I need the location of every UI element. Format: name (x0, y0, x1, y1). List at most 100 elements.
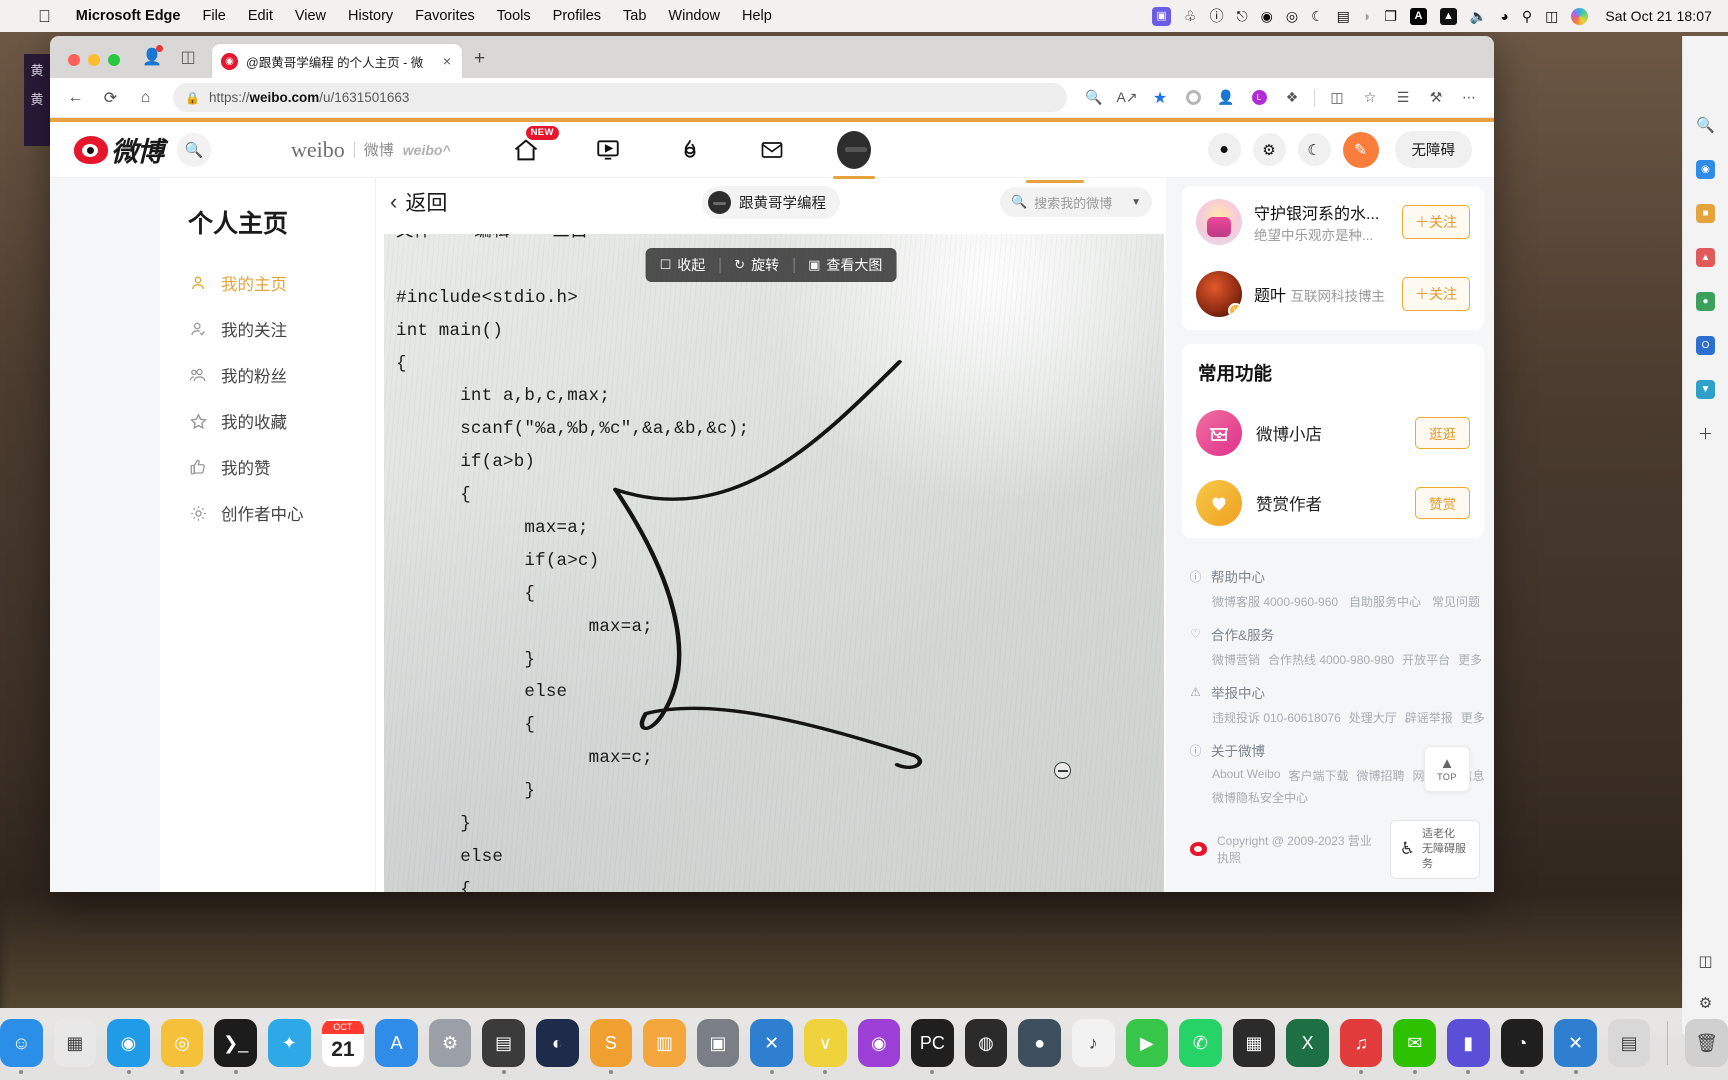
list-item[interactable]: 赞赏作者 赞赏 (1182, 468, 1484, 538)
compose-icon[interactable]: ✎ (1342, 131, 1379, 168)
input-source-icon[interactable]: A (1409, 7, 1427, 25)
extension-purple-icon[interactable]: L (1244, 83, 1274, 113)
split-screen-icon[interactable]: ◫ (1322, 83, 1352, 113)
dock-item-editor-v[interactable]: ∨ (803, 1019, 847, 1074)
sidebar-item-creator-center[interactable]: 创作者中心 (160, 490, 375, 536)
menu-item-help[interactable]: Help (731, 8, 783, 24)
reward-button[interactable]: 赞赏 (1415, 487, 1470, 519)
footer-link[interactable]: 更多 (1458, 651, 1482, 668)
read-aloud-icon[interactable]: A↗ (1112, 83, 1142, 113)
wifi-icon[interactable]: ◕ (1500, 9, 1508, 23)
footer-link[interactable]: 辟谣举报 (1405, 709, 1453, 726)
menu-item-profiles[interactable]: Profiles (542, 8, 612, 24)
dock-item-calendar[interactable]: OCT 21 (321, 1019, 365, 1067)
follow-button[interactable]: ＋关注 (1402, 205, 1470, 239)
footer-link[interactable]: 常见问题 (1432, 593, 1480, 610)
hot-icon[interactable] (673, 133, 707, 167)
profile-avatar-icon[interactable]: 👤 (139, 44, 165, 70)
face-icon[interactable]: ⚫ (1207, 133, 1241, 166)
dock-item-facetime[interactable]: ▶ (1125, 1019, 1169, 1067)
back-link[interactable]: ‹ 返回 (390, 187, 447, 217)
moon-icon[interactable]: ☾ (1297, 133, 1331, 166)
message-icon[interactable] (755, 133, 789, 167)
sidebar-item-followers[interactable]: 我的粉丝 (160, 352, 375, 398)
home-icon[interactable]: NEW (509, 125, 559, 167)
back-to-top-button[interactable]: ▲ TOP (1424, 746, 1470, 792)
dock-item-downloads-stack[interactable]: ▤ (1607, 1019, 1651, 1067)
dock-item-music[interactable]: ♪ (1071, 1019, 1115, 1067)
split-icon[interactable]: ◫ (1693, 948, 1719, 974)
back-button[interactable]: ← (60, 82, 91, 113)
menu-item-window[interactable]: Window (657, 8, 731, 24)
view-large-button[interactable]: ▣ 查看大图 (794, 255, 896, 275)
sidebar-item-following[interactable]: 我的关注 (160, 306, 375, 352)
home-button[interactable]: ⌂ (130, 82, 161, 113)
airdrop-icon[interactable]: ◗ (1363, 9, 1371, 23)
extensions-icon[interactable]: ❖ (1277, 83, 1307, 113)
battery-icon[interactable]: ▤ (1337, 9, 1350, 23)
menu-item-history[interactable]: History (337, 8, 404, 24)
accessibility-badge[interactable]: ♿ 适老化 无障碍服务 (1389, 820, 1480, 879)
dock-item-wechat[interactable]: ✉ (1393, 1019, 1437, 1074)
dock-item-obs[interactable]: ◍ (964, 1019, 1008, 1067)
menu-item-tab[interactable]: Tab (612, 8, 657, 24)
rotate-button[interactable]: ↻ 旋转 (720, 255, 793, 275)
new-tab-button[interactable]: + (462, 48, 497, 78)
bell-icon[interactable]: ♧ (1184, 9, 1197, 23)
footer-link[interactable]: 合作热线 4000-980-980 (1268, 651, 1394, 668)
minimize-window-button[interactable] (88, 54, 100, 66)
sidebar-item-my-home[interactable]: 我的主页 (160, 260, 375, 306)
zoom-icon[interactable]: 🔍 (1079, 83, 1109, 113)
menu-item-tools[interactable]: Tools (486, 8, 542, 24)
footer-link[interactable]: 违规投诉 010-60618076 (1212, 709, 1341, 726)
dock-item-launchpad[interactable]: ▦ (53, 1019, 97, 1067)
outlook-icon[interactable]: O (1693, 332, 1719, 358)
collections-icon[interactable]: ☰ (1388, 83, 1418, 113)
accessibility-button[interactable]: 无障碍 (1394, 131, 1472, 168)
dock-item-finder[interactable]: ☺ (0, 1019, 43, 1074)
search-icon[interactable]: 🔍 (1693, 112, 1719, 138)
dock-item-excel[interactable]: X (1286, 1019, 1329, 1067)
video-icon[interactable] (591, 133, 625, 167)
list-item[interactable]: V 题叶 互联网科技博主 ＋关注 (1182, 258, 1484, 330)
footer-link[interactable]: 客户端下载 (1289, 767, 1349, 784)
user-icon[interactable]: ▲ (1439, 7, 1457, 25)
display-icon[interactable]: ❐ (1384, 9, 1397, 23)
list-item[interactable]: 微博小店 逛逛 (1182, 398, 1484, 468)
weibo-logo[interactable]: 微博 (74, 130, 164, 169)
search-icon[interactable]: ⚲ (1522, 9, 1532, 23)
dock-item-app-store[interactable]: A (375, 1019, 418, 1067)
close-tab-icon[interactable]: × (441, 53, 453, 69)
dock-item-vs-code-2[interactable]: ✕ (1554, 1019, 1597, 1074)
clock-icon[interactable]: ⓘ (1210, 9, 1224, 23)
volume-icon[interactable]: 🔈 (1470, 9, 1487, 23)
sidebar-item-likes[interactable]: 我的赞 (160, 444, 375, 490)
dock-item-safari[interactable]: ✦ (268, 1019, 311, 1067)
menubar-clock[interactable]: Sat Oct 21 18:07 (1601, 8, 1712, 24)
more-icon[interactable]: ⋯ (1454, 83, 1484, 113)
photo-image[interactable]: 文件 编辑 三白 #include<stdio.h> int main() { … (384, 234, 1164, 892)
favorite-star-icon[interactable]: ★ (1145, 82, 1175, 113)
dock-item-books[interactable]: ▥ (643, 1019, 686, 1067)
gear-icon[interactable]: ⚙ (1252, 133, 1286, 166)
dock-item-browser-q[interactable]: ● (1018, 1019, 1061, 1067)
record-icon[interactable]: ◎ (1286, 9, 1298, 23)
browse-store-button[interactable]: 逛逛 (1415, 417, 1470, 449)
cart-icon[interactable]: ▼ (1693, 376, 1719, 402)
close-window-button[interactable] (68, 54, 80, 66)
follow-button[interactable]: ＋关注 (1402, 277, 1470, 311)
menu-item-file[interactable]: File (191, 8, 236, 24)
dock-item-terminal[interactable]: ❯_ (214, 1019, 258, 1074)
mouse-icon[interactable]: ◉ (1261, 9, 1273, 23)
footer-heading[interactable]: ♡ 合作&服务 (1188, 624, 1480, 644)
stats-icon[interactable]: ▲ (1693, 244, 1719, 270)
dock-item-google-chrome[interactable]: ◎ (160, 1019, 204, 1074)
dock-item-trash[interactable]: 🗑 (1685, 1019, 1728, 1067)
dock-item-vs-code[interactable]: ✕ (750, 1019, 793, 1074)
maximize-window-button[interactable] (108, 54, 120, 66)
sidebar-item-favorites[interactable]: 我的收藏 (160, 398, 375, 444)
dock-item-system-settings[interactable]: ⚙ (428, 1019, 472, 1067)
collapse-button[interactable]: ☐ 收起 (646, 255, 720, 275)
user-chip[interactable]: 跟黄哥学编程 (702, 185, 840, 219)
browser-tab[interactable]: ◉ @跟黄哥学编程 的个人主页 - 微 × (212, 44, 462, 78)
